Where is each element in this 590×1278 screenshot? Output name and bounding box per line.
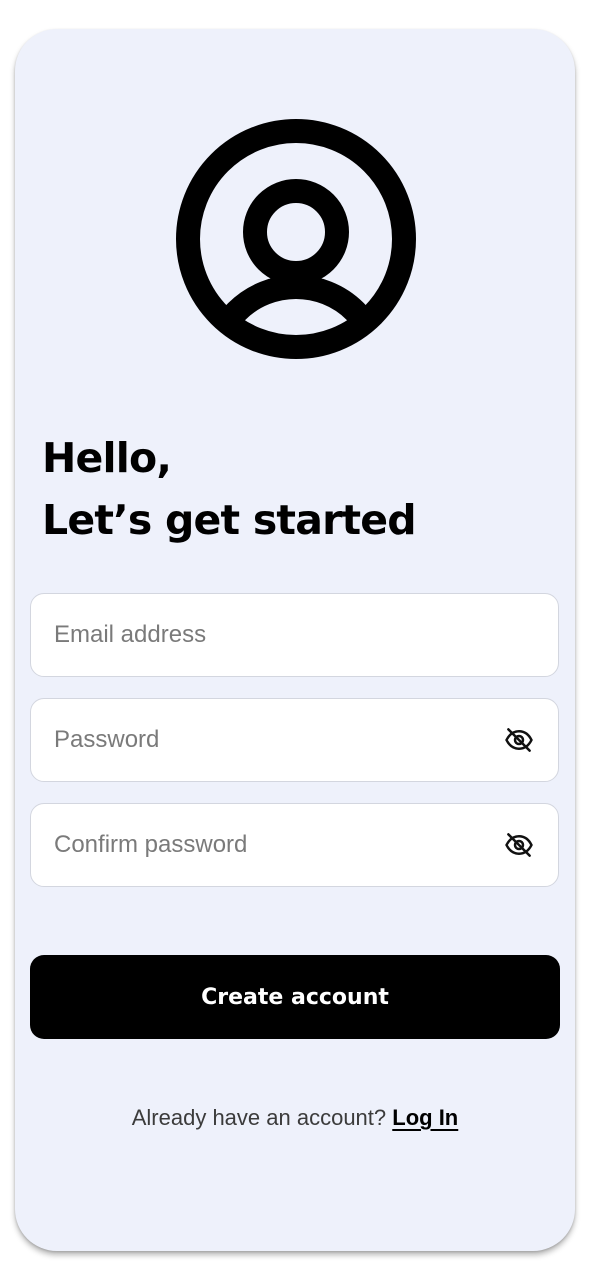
confirm-password-input[interactable] xyxy=(31,804,558,886)
signup-card: Hello, Let’s get started Create account … xyxy=(15,29,575,1251)
login-prompt-text: Already have an account? xyxy=(131,1105,387,1130)
page-title: Hello, Let’s get started xyxy=(42,427,417,551)
login-link[interactable]: Log In xyxy=(392,1105,458,1130)
password-field xyxy=(30,698,559,782)
eye-off-icon[interactable] xyxy=(504,830,534,860)
create-account-button[interactable]: Create account xyxy=(30,955,560,1039)
email-input[interactable] xyxy=(31,594,558,676)
user-circle-icon xyxy=(176,119,416,359)
greeting-line-2: Let’s get started xyxy=(42,496,417,544)
confirm-password-field xyxy=(30,803,559,887)
login-prompt: Already have an account? Log In xyxy=(15,1105,575,1131)
password-input[interactable] xyxy=(31,699,558,781)
eye-off-icon[interactable] xyxy=(504,725,534,755)
greeting-line-1: Hello, xyxy=(42,434,172,482)
email-field xyxy=(30,593,559,677)
